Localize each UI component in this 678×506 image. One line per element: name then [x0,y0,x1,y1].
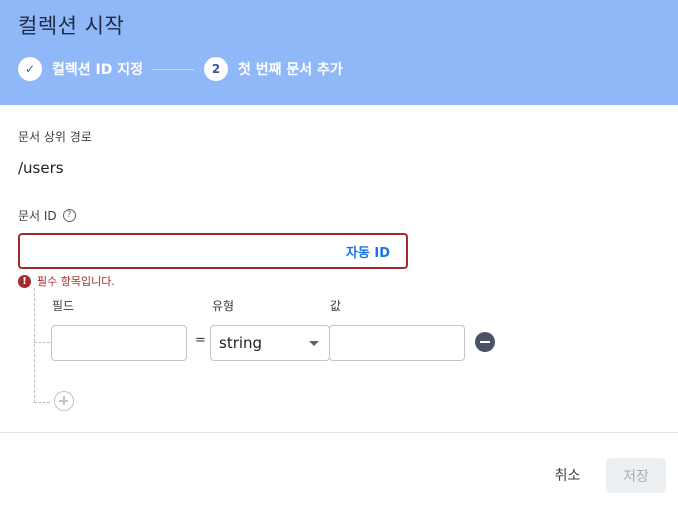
tree-branch-row [34,342,50,343]
type-select-value: string [219,334,263,352]
check-icon: ✓ [18,57,42,81]
field-value-input[interactable] [329,325,465,361]
field-name-input[interactable] [51,325,187,361]
help-icon[interactable]: ? [62,209,76,222]
equals-sign: = [195,333,206,348]
step-1-label: 컬렉션 ID 지정 [52,62,143,78]
field-column-label: 필드 [52,299,75,313]
step-2-label: 첫 번째 문서 추가 [238,62,343,78]
error-text: 필수 항목입니다. [37,275,115,288]
error-icon: ! [18,274,31,288]
dialog-title: 컬렉션 시작 [18,14,125,38]
save-button[interactable]: 저장 [606,458,666,493]
dialog-header: 컬렉션 시작 ✓ 컬렉션 ID 지정 2 첫 번째 문서 추가 [0,0,678,105]
add-field-icon[interactable] [54,391,74,411]
tree-branch-add [34,402,50,403]
step-2: 2 첫 번째 문서 추가 [204,57,343,81]
doc-id-label: 문서 ID [18,209,57,223]
step-1: ✓ 컬렉션 ID 지정 [18,57,143,81]
dropdown-arrow-icon [309,341,319,346]
parent-path-value: /users [18,159,64,177]
error-message: ! 필수 항목입니다. [18,273,115,289]
remove-field-icon[interactable] [475,332,495,352]
value-column-label: 값 [330,299,342,313]
step-connector [152,69,194,70]
doc-id-input[interactable]: 자동 ID [18,233,408,269]
doc-id-label-row: 문서 ID ? [18,207,76,224]
cancel-button[interactable]: 취소 [540,458,595,492]
step-2-number: 2 [204,57,228,81]
type-select[interactable]: string [210,325,330,361]
type-column-label: 유형 [212,299,235,313]
auto-id-button[interactable]: 자동 ID [346,242,390,261]
tree-line [34,288,35,403]
parent-path-label: 문서 상위 경로 [18,130,92,144]
footer-divider [0,432,678,433]
